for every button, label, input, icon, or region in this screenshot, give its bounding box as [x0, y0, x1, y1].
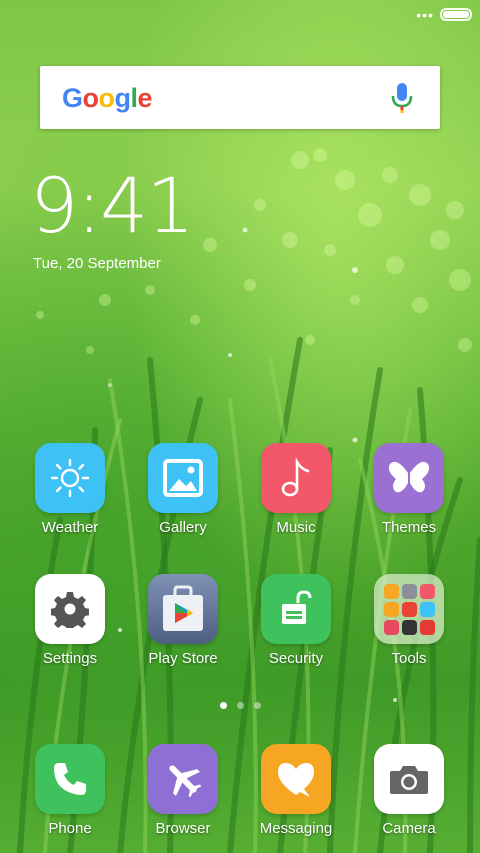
unlock-icon — [261, 574, 331, 644]
dock-messaging[interactable]: Messaging — [240, 744, 352, 837]
google-logo-letter: o — [98, 83, 116, 113]
app-music[interactable]: Music — [240, 443, 352, 536]
status-more-icon: ••• — [416, 7, 434, 23]
page-dot[interactable] — [219, 702, 227, 709]
dock-phone[interactable]: Phone — [14, 744, 126, 837]
google-logo: Google — [62, 83, 153, 114]
google-logo-letter: g — [114, 83, 132, 113]
app-label: Weather — [41, 519, 99, 536]
music-note-icon — [261, 443, 331, 513]
gear-icon — [35, 574, 105, 644]
google-logo-letter: G — [62, 83, 83, 113]
app-label: Camera — [382, 820, 436, 837]
app-label: Phone — [48, 820, 92, 837]
app-settings[interactable]: Settings — [14, 574, 126, 667]
google-logo-letter: l — [130, 83, 139, 113]
app-themes[interactable]: Themes — [353, 443, 465, 536]
folder-icon — [374, 574, 444, 644]
camera-icon — [374, 744, 444, 814]
google-logo-letter: o — [82, 83, 100, 113]
app-tools-folder[interactable]: Tools — [353, 574, 465, 667]
page-dot[interactable] — [236, 702, 244, 709]
airplane-icon — [148, 744, 218, 814]
clock-time[interactable]: 9:41 — [30, 168, 195, 244]
butterfly-icon — [374, 443, 444, 513]
app-gallery[interactable]: Gallery — [127, 443, 239, 536]
app-weather[interactable]: Weather — [14, 443, 126, 536]
picture-icon — [148, 443, 218, 513]
sun-icon — [35, 443, 105, 513]
phone-icon — [35, 744, 105, 814]
app-security[interactable]: Security — [240, 574, 352, 667]
page-indicator — [0, 702, 480, 709]
google-logo-letter: e — [137, 83, 153, 113]
google-search-bar[interactable]: Google — [40, 66, 440, 129]
app-label: Music — [276, 519, 316, 536]
app-label: Tools — [391, 650, 427, 667]
app-play-store[interactable]: Play Store — [127, 574, 239, 667]
app-label: Messaging — [259, 820, 333, 837]
heart-chat-icon — [261, 744, 331, 814]
app-label: Security — [268, 650, 324, 667]
microphone-icon[interactable] — [390, 82, 414, 114]
status-bar: ••• — [0, 0, 480, 28]
battery-icon — [440, 8, 472, 21]
clock-date: Tue, 20 September — [33, 255, 161, 272]
play-store-icon — [148, 574, 218, 644]
dock-browser[interactable]: Browser — [127, 744, 239, 837]
dock-camera[interactable]: Camera — [353, 744, 465, 837]
app-label: Play Store — [148, 650, 218, 667]
app-label: Settings — [42, 650, 98, 667]
page-dot[interactable] — [253, 702, 261, 709]
app-label: Themes — [381, 519, 437, 536]
app-label: Browser — [155, 820, 211, 837]
app-label: Gallery — [159, 519, 207, 536]
